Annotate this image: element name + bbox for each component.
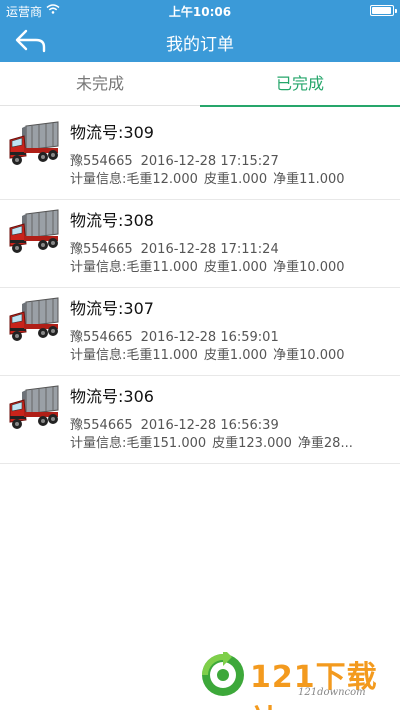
plate-number: 豫554665 <box>70 330 133 345</box>
tare-weight: 皮重123.000 <box>212 436 292 451</box>
battery-level <box>372 7 391 14</box>
plate-number: 豫554665 <box>70 418 133 433</box>
active-tab-indicator <box>200 105 400 107</box>
battery-icon <box>370 5 397 16</box>
site-logo-icon <box>202 652 244 696</box>
weight-info: 计量信息:毛重12.000 皮重1.000 净重11.000 <box>70 168 360 187</box>
net-weight: 净重10.000 <box>273 348 345 363</box>
order-datetime: 2016-12-28 17:15:27 <box>140 154 279 169</box>
gross-weight: 计量信息:毛重11.000 <box>70 348 198 363</box>
gross-weight: 计量信息:毛重12.000 <box>70 172 198 187</box>
order-datetime: 2016-12-28 16:56:39 <box>140 418 279 433</box>
order-meta: 豫554665 2016-12-28 16:59:01 <box>70 326 279 345</box>
order-meta: 豫554665 2016-12-28 17:15:27 <box>70 150 279 169</box>
truck-icon <box>9 297 59 341</box>
order-list: 物流号:309 豫554665 2016-12-28 17:15:27 计量信息:… <box>0 112 400 464</box>
order-item[interactable]: 物流号:309 豫554665 2016-12-28 17:15:27 计量信息:… <box>0 112 400 200</box>
net-weight: 净重10.000 <box>273 260 345 275</box>
watermark: 121下载站 121downcom <box>200 650 396 710</box>
tare-weight: 皮重1.000 <box>203 260 268 275</box>
tab-incomplete[interactable]: 未完成 <box>0 62 200 106</box>
order-tabs: 未完成 已完成 <box>0 62 400 107</box>
weight-info: 计量信息:毛重151.000 皮重123.000 净重28... <box>70 432 360 451</box>
status-bar: 运营商 上午10:06 <box>0 0 400 20</box>
app-root: 运营商 上午10:06 我的订单 未完成 已完成 物流号:309 豫554665… <box>0 0 400 710</box>
watermark-url: 121downcom <box>298 687 366 698</box>
order-datetime: 2016-12-28 17:11:24 <box>140 242 279 257</box>
order-item[interactable]: 物流号:307 豫554665 2016-12-28 16:59:01 计量信息:… <box>0 288 400 376</box>
page-title: 我的订单 <box>166 35 234 55</box>
status-time: 上午10:06 <box>168 5 232 19</box>
tab-completed[interactable]: 已完成 <box>200 62 400 107</box>
order-meta: 豫554665 2016-12-28 17:11:24 <box>70 238 279 257</box>
order-item[interactable]: 物流号:306 豫554665 2016-12-28 16:56:39 计量信息:… <box>0 376 400 464</box>
logistics-number: 物流号:308 <box>70 211 154 230</box>
gross-weight: 计量信息:毛重151.000 <box>70 436 207 451</box>
plate-number: 豫554665 <box>70 154 133 169</box>
top-bar: 运营商 上午10:06 我的订单 <box>0 0 400 62</box>
truck-icon <box>9 121 59 165</box>
weight-info: 计量信息:毛重11.000 皮重1.000 净重10.000 <box>70 344 360 363</box>
navigation-bar: 我的订单 <box>0 20 400 62</box>
weight-info: 计量信息:毛重11.000 皮重1.000 净重10.000 <box>70 256 360 275</box>
plate-number: 豫554665 <box>70 242 133 257</box>
tare-weight: 皮重1.000 <box>203 348 268 363</box>
net-weight: 净重28... <box>297 436 353 451</box>
watermark-brand: 121下载站 <box>250 660 378 710</box>
truck-icon <box>9 209 59 253</box>
truck-icon <box>9 385 59 429</box>
logistics-number: 物流号:306 <box>70 387 154 406</box>
tare-weight: 皮重1.000 <box>203 172 268 187</box>
tab-completed-label: 已完成 <box>275 74 324 93</box>
net-weight: 净重11.000 <box>273 172 345 187</box>
order-item[interactable]: 物流号:308 豫554665 2016-12-28 17:11:24 计量信息:… <box>0 200 400 288</box>
logistics-number: 物流号:309 <box>70 123 154 142</box>
tab-incomplete-label: 未完成 <box>75 74 124 93</box>
order-datetime: 2016-12-28 16:59:01 <box>140 330 279 345</box>
logistics-number: 物流号:307 <box>70 299 154 318</box>
gross-weight: 计量信息:毛重11.000 <box>70 260 198 275</box>
order-meta: 豫554665 2016-12-28 16:56:39 <box>70 414 279 433</box>
